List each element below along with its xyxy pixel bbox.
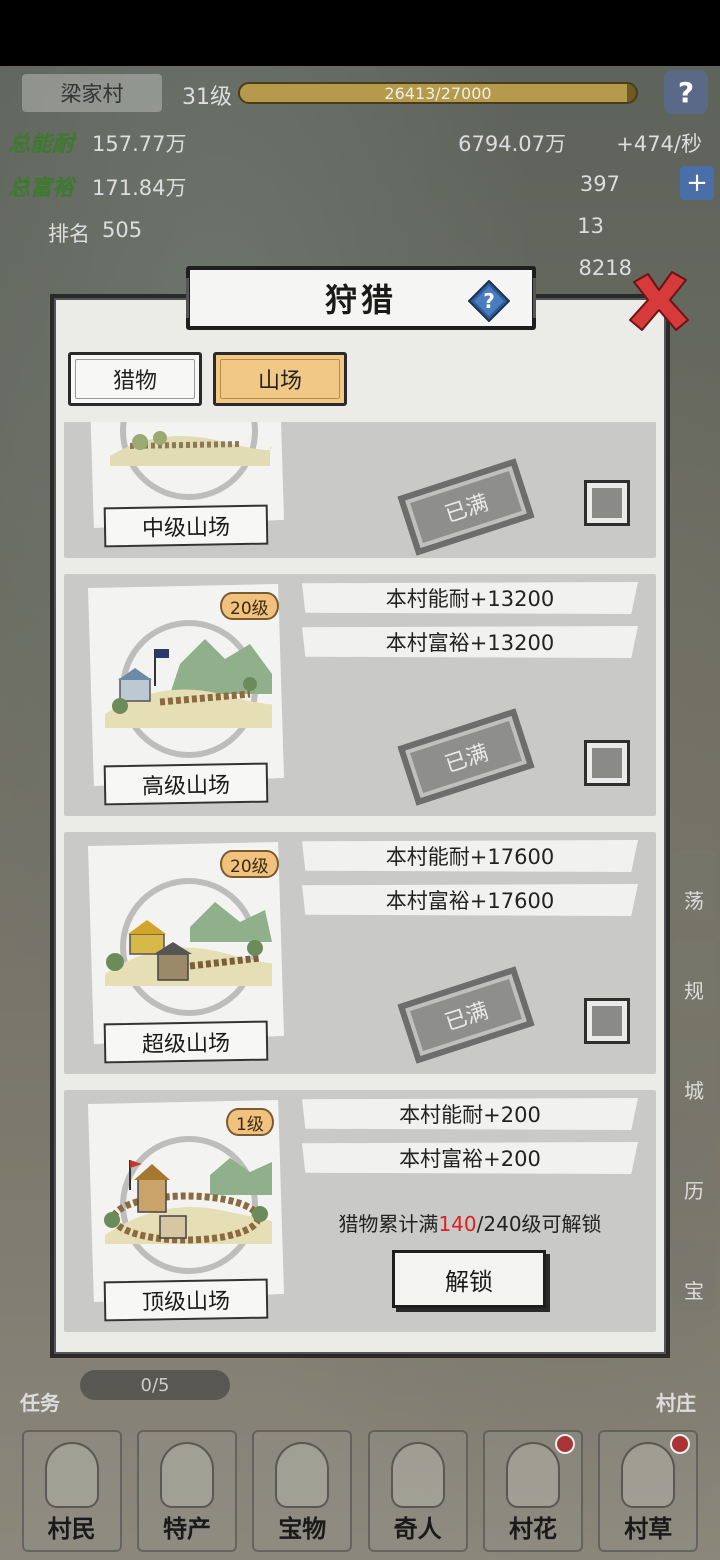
select-checkbox[interactable] [584,480,630,526]
village-name[interactable]: 梁家村 [22,74,162,112]
nav-item-label: 宝物 [278,1514,327,1543]
unlock-suffix: /240级可解锁 [476,1212,602,1236]
nav-item-label: 奇人 [393,1514,442,1543]
village-level: 31级 [182,85,232,110]
nav-item-2[interactable]: 宝物 [252,1430,353,1552]
list-item-super-ground: 20级 超级山场 本村能耐+17600 本村富裕+17600 已满 [64,832,656,1074]
stat-label-ability: 总能耐 [8,131,75,157]
select-checkbox[interactable] [584,740,630,786]
ability-bonus: 本村能耐+13200 [302,582,638,614]
full-stamp: 已满 [397,966,535,1064]
svg-text:?: ? [483,289,495,313]
side-button-5[interactable]: 宝 [672,1240,716,1310]
hunting-ground-list[interactable]: 中级山场 已满 20级 高级山场 本村能耐+13200 本村富裕+13200 已… [62,422,658,1340]
unlock-button[interactable]: 解锁 [392,1250,546,1308]
stat-value-ability: 157.77万 [92,132,187,156]
full-stamp: 已满 [397,458,535,556]
side-button-2[interactable]: 规 [672,940,716,1010]
character-portrait-icon [505,1442,560,1508]
tab-prey[interactable]: 猎物 [68,352,202,406]
ground-name: 中级山场 [103,504,269,548]
nav-item-0[interactable]: 村民 [21,1430,122,1552]
rank-value: 505 [102,218,143,242]
list-item-top-ground: 1级 顶级山场 本村能耐+200 本村富裕+200 猎物累计满140/240级可… [64,1090,656,1332]
ability-bonus: 本村能耐+200 [302,1098,638,1130]
coin-rate: +474/秒 [616,132,702,156]
nav-item-label: 村花 [508,1514,557,1543]
nav-item-5[interactable]: 村草 [598,1430,699,1552]
nav-item-label: 特产 [162,1514,211,1543]
unlock-current: 140 [438,1212,477,1236]
nav-item-label: 村草 [624,1514,673,1543]
level-badge: 20级 [220,850,279,878]
notification-dot [670,1434,691,1454]
tab-hunting-ground[interactable]: 山场 [213,352,347,406]
ground-name: 高级山场 [103,762,269,806]
notification-dot [554,1434,575,1454]
full-stamp: 已满 [397,708,535,806]
ground-name: 顶级山场 [103,1278,269,1322]
list-item-mid-ground: 中级山场 已满 [64,422,656,558]
dialog-title: 狩猎 [324,281,397,319]
wealth-bonus: 本村富裕+200 [302,1142,638,1174]
other-amount: 8218 [578,256,632,280]
exp-bar: 26413/27000 [238,82,638,104]
nav-item-label: 村民 [47,1514,96,1543]
list-item-advanced-ground: 20级 高级山场 本村能耐+13200 本村富裕+13200 已满 [64,574,656,816]
rank-label: 排名 [48,222,90,246]
side-button-3[interactable]: 城 [672,1040,716,1110]
level-badge: 20级 [220,592,279,620]
help-icon[interactable]: ? [468,280,510,322]
wealth-bonus: 本村富裕+13200 [302,626,638,658]
coin-amount: 6794.07万 [458,132,566,156]
character-portrait-icon [44,1442,99,1508]
unlock-requirement: 猎物累计满140/240级可解锁 [302,1208,638,1237]
select-checkbox[interactable] [584,998,630,1044]
bottom-nav: 村民 特产 宝物 奇人 村花 村草 [0,1430,720,1560]
add-gold-button[interactable]: + [680,166,714,200]
ticket-amount: 13 [577,214,604,238]
side-button-4[interactable]: 历 [672,1140,716,1210]
nav-item-4[interactable]: 村花 [482,1430,583,1552]
character-portrait-icon [275,1442,330,1508]
character-portrait-icon [159,1442,214,1508]
stat-value-wealth: 171.84万 [92,176,187,200]
character-portrait-icon [390,1442,445,1508]
character-portrait-icon [621,1442,676,1508]
close-icon[interactable] [626,268,692,334]
wealth-bonus: 本村富裕+17600 [302,884,638,916]
side-button-1[interactable]: 荡 [672,850,716,920]
ground-name: 超级山场 [103,1020,269,1064]
question-icon[interactable]: ? [664,70,708,114]
stat-label-wealth: 总富裕 [8,175,75,201]
gold-amount: 397 [579,172,620,196]
nav-item-3[interactable]: 奇人 [367,1430,468,1552]
unlock-prefix: 猎物累计满 [338,1212,439,1236]
nav-item-1[interactable]: 特产 [136,1430,237,1552]
exp-text: 26413/27000 [384,83,492,103]
level-badge: 1级 [226,1108,274,1136]
task-progress: 0/5 [80,1370,230,1400]
ability-bonus: 本村能耐+17600 [302,840,638,872]
